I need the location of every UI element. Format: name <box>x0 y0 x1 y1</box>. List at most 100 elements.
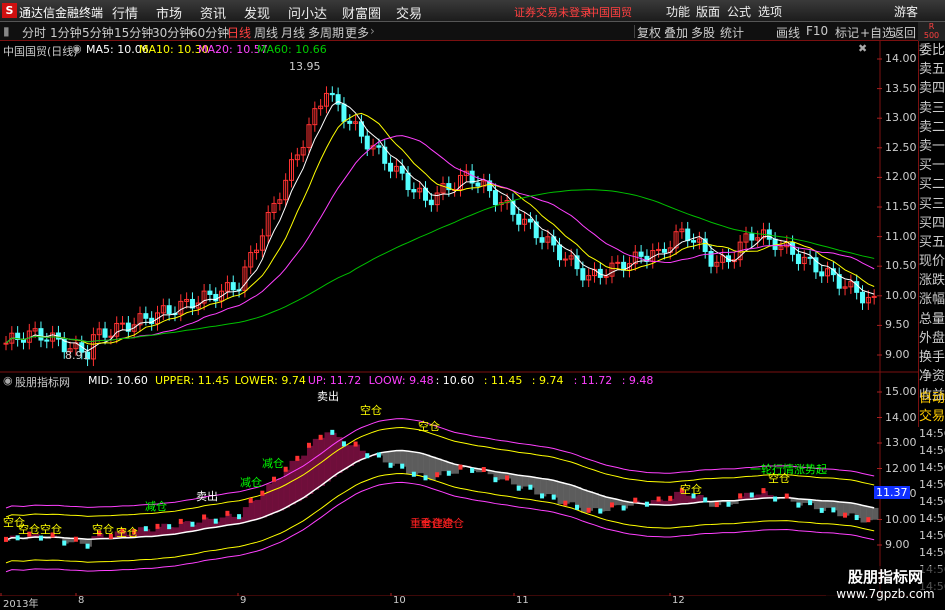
tool-back[interactable]: 返回 <box>892 24 916 41</box>
ind-value-8: : 11.72 <box>573 374 613 387</box>
ma5-line <box>5 100 875 352</box>
panel-toggle-icon[interactable]: ▮ <box>3 24 10 38</box>
tick-time: 14:56 <box>919 529 945 542</box>
close-panel-icon[interactable]: ✖ <box>858 42 867 55</box>
band-fill <box>266 483 273 516</box>
band-fill <box>872 507 879 520</box>
band-fill <box>161 523 168 536</box>
menu-item-news[interactable]: 资讯 <box>200 3 226 22</box>
menu-guest[interactable]: 游客 <box>894 3 918 20</box>
auto-trade-label[interactable]: 交易 <box>919 405 945 423</box>
period-30min[interactable]: 30分钟 <box>152 24 191 41</box>
period-5min[interactable]: 5分钟 <box>82 24 114 41</box>
period-intraday[interactable]: 分时 <box>22 24 46 41</box>
band-fill <box>569 484 576 503</box>
candle-body <box>749 233 755 241</box>
ind-candle <box>213 518 218 524</box>
main-chart-title: 中国国贸(日线) <box>3 45 78 58</box>
band-fill <box>295 458 302 502</box>
period-monthly[interactable]: 月线 <box>281 24 305 41</box>
ind-candle <box>353 441 358 447</box>
menu-function[interactable]: 功能 <box>666 3 690 20</box>
quote-field-label: 卖一 <box>919 138 945 154</box>
tool-multistock[interactable]: 多股 <box>691 24 715 41</box>
stock-name-header: 中国国贸 <box>588 6 632 19</box>
band-fill <box>557 482 564 504</box>
quote-field-label: 卖五 <box>919 62 945 78</box>
tool-f10[interactable]: F10 <box>806 24 828 38</box>
candle-body <box>691 240 697 243</box>
ind-candle <box>528 484 533 490</box>
band-fill <box>743 492 751 500</box>
ind-value-7: : 9.74 <box>531 374 564 387</box>
tool-stats[interactable]: 统计 <box>720 24 744 41</box>
quote-field-label: 买五 <box>919 234 945 250</box>
signal-label: 卖出 <box>317 390 339 403</box>
period-daily[interactable]: 日线 <box>227 24 251 41</box>
ind-candle <box>784 493 789 499</box>
band-fill <box>837 501 844 517</box>
tool-overlay[interactable]: 叠加 <box>664 24 688 41</box>
ind-candle <box>668 495 673 501</box>
menu-item-wealth[interactable]: 财富圈 <box>342 3 381 22</box>
candle-body <box>230 282 236 291</box>
signal-label: 减仓 <box>145 500 167 513</box>
candle-body <box>399 165 405 174</box>
watermark: 股朋指标网 www.7gpzb.com <box>826 566 945 609</box>
quote-field-label: 卖二 <box>919 119 945 135</box>
band-fill <box>324 432 331 482</box>
period-multi[interactable]: 多周期 <box>308 24 344 41</box>
login-status[interactable]: 证券交易未登录 <box>514 4 591 20</box>
quote-sidebar: 委比 卖五 卖四 卖三 卖二 卖一 买一 买二 买三 买四 买五 现价 涨跌 涨幅 总量 外盘 换手 净资 收益 <box>918 41 945 403</box>
period-60min[interactable]: 60分钟 <box>190 24 229 41</box>
ind-candle <box>551 494 556 500</box>
kline-chart <box>3 86 877 367</box>
ind-candle <box>365 453 370 459</box>
signal-label: 减仓 <box>262 457 284 470</box>
ind-value-0: MID: 10.60 <box>88 374 148 387</box>
app-logo-icon: S <box>2 3 17 18</box>
quote-field-label: 总量 <box>919 311 945 327</box>
menu-options[interactable]: 选项 <box>758 3 782 20</box>
period-weekly[interactable]: 周线 <box>254 24 278 41</box>
ind-candle <box>295 455 300 461</box>
indicator-settings-icon[interactable]: ◉ <box>3 374 13 387</box>
ind-value-1: UPPER: 11.45 <box>155 374 230 387</box>
ind-candle <box>656 496 661 502</box>
r-badge-bottom: 500 <box>923 31 940 40</box>
auto-trade-sidebar[interactable]: 自动 交易 <box>918 387 945 427</box>
ma60-label: MA60: 10.66 <box>257 43 327 56</box>
tick-time: 14:56 <box>919 546 945 559</box>
candle-body <box>44 339 50 342</box>
time-axis-label: 10 <box>393 595 406 606</box>
menu-item-trade[interactable]: 交易 <box>396 3 422 22</box>
tool-mark[interactable]: 标记 <box>835 24 859 41</box>
auto-trade-label[interactable]: 自动 <box>919 387 945 405</box>
more-chevron-icon[interactable]: › <box>370 24 375 38</box>
signal-label: 空仓 <box>418 420 440 433</box>
ind-candle <box>190 521 195 527</box>
tool-add-favorite[interactable]: +自选 <box>860 24 894 41</box>
band-fill <box>382 452 390 463</box>
chart-area[interactable] <box>0 41 918 596</box>
tool-adjust[interactable]: 复权 <box>637 24 661 41</box>
ind-candle <box>155 523 160 529</box>
ind-candle <box>400 463 405 469</box>
settings-icon[interactable]: ◉ <box>72 42 82 55</box>
price-tick-label: 13.50 <box>885 81 917 95</box>
price-tick-label: 9.50 <box>885 318 910 332</box>
candle-body <box>492 190 498 206</box>
menu-item-discover[interactable]: 发现 <box>244 3 270 22</box>
menu-layout[interactable]: 版面 <box>696 3 720 20</box>
menu-item-market[interactable]: 市场 <box>156 3 182 22</box>
price-tick-label: 12.50 <box>885 140 917 154</box>
ind-candle <box>703 497 708 503</box>
period-more[interactable]: 更多 <box>345 24 369 41</box>
period-1min[interactable]: 1分钟 <box>50 24 82 41</box>
menu-formula[interactable]: 公式 <box>727 3 751 20</box>
tool-draw[interactable]: 画线 <box>776 24 800 41</box>
period-15min[interactable]: 15分钟 <box>114 24 153 41</box>
menu-item-quotes[interactable]: 行情 <box>112 3 138 22</box>
candle-body <box>102 328 108 338</box>
menu-item-assistant[interactable]: 问小达 <box>288 3 327 22</box>
